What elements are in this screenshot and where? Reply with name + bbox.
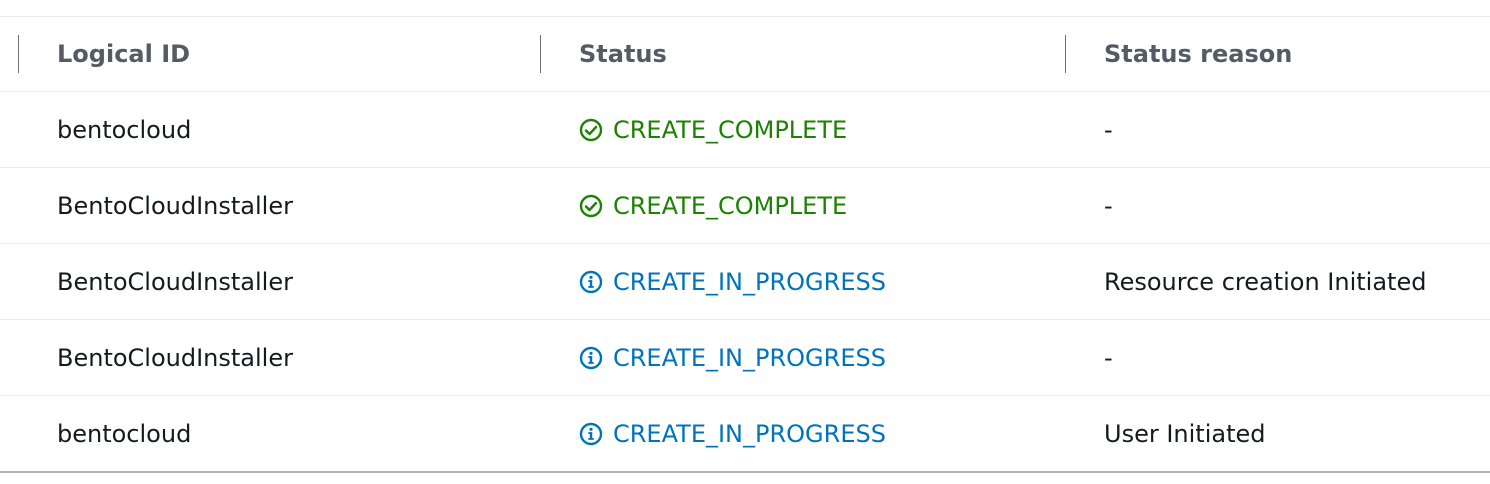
table-row: BentoCloudInstaller CREATE_IN_PROGRESS R… <box>0 244 1490 320</box>
column-header-status-reason[interactable]: Status reason <box>1104 17 1292 91</box>
status-indicator: CREATE_IN_PROGRESS <box>579 268 886 296</box>
status-reason-cell: - <box>1104 115 1113 144</box>
logical-id-cell: bentocloud <box>57 419 192 448</box>
table-row: BentoCloudInstaller CREATE_IN_PROGRESS - <box>0 320 1490 396</box>
column-header-status[interactable]: Status <box>579 17 667 91</box>
status-cell: CREATE_COMPLETE <box>579 168 847 243</box>
status-text: CREATE_COMPLETE <box>613 115 848 144</box>
events-table: Logical ID Status Status reason bentoclo… <box>0 17 1490 473</box>
logical-id-cell: bentocloud <box>57 115 192 144</box>
status-cell: CREATE_IN_PROGRESS <box>579 244 886 319</box>
column-separator[interactable] <box>540 35 541 73</box>
column-separator[interactable] <box>1065 35 1066 73</box>
status-cell: CREATE_IN_PROGRESS <box>579 396 886 471</box>
status-reason-cell: Resource creation Initiated <box>1104 267 1427 296</box>
status-cell: CREATE_IN_PROGRESS <box>579 320 886 395</box>
table-row: BentoCloudInstaller CREATE_COMPLETE - <box>0 168 1490 244</box>
column-header-logical-id[interactable]: Logical ID <box>57 17 190 91</box>
status-text: CREATE_IN_PROGRESS <box>613 343 886 372</box>
info-circle-icon <box>579 346 603 370</box>
logical-id-cell: BentoCloudInstaller <box>57 267 293 296</box>
logical-id-cell: BentoCloudInstaller <box>57 191 293 220</box>
info-circle-icon <box>579 422 603 446</box>
logical-id-cell: BentoCloudInstaller <box>57 343 293 372</box>
status-text: CREATE_IN_PROGRESS <box>613 267 886 296</box>
status-indicator: CREATE_COMPLETE <box>579 116 847 144</box>
table-row: bentocloud CREATE_IN_PROGRESS User Initi… <box>0 396 1490 473</box>
status-text: CREATE_COMPLETE <box>613 191 848 220</box>
info-circle-icon <box>579 270 603 294</box>
column-separator[interactable] <box>18 35 19 73</box>
check-circle-icon <box>579 118 603 142</box>
table-header-row: Logical ID Status Status reason <box>0 17 1490 92</box>
status-reason-cell: - <box>1104 191 1113 220</box>
status-reason-cell: User Initiated <box>1104 419 1266 448</box>
status-text: CREATE_IN_PROGRESS <box>613 419 886 448</box>
check-circle-icon <box>579 194 603 218</box>
status-indicator: CREATE_COMPLETE <box>579 192 847 220</box>
status-cell: CREATE_COMPLETE <box>579 92 847 167</box>
status-indicator: CREATE_IN_PROGRESS <box>579 420 886 448</box>
status-reason-cell: - <box>1104 343 1113 372</box>
status-indicator: CREATE_IN_PROGRESS <box>579 344 886 372</box>
table-row: bentocloud CREATE_COMPLETE - <box>0 92 1490 168</box>
